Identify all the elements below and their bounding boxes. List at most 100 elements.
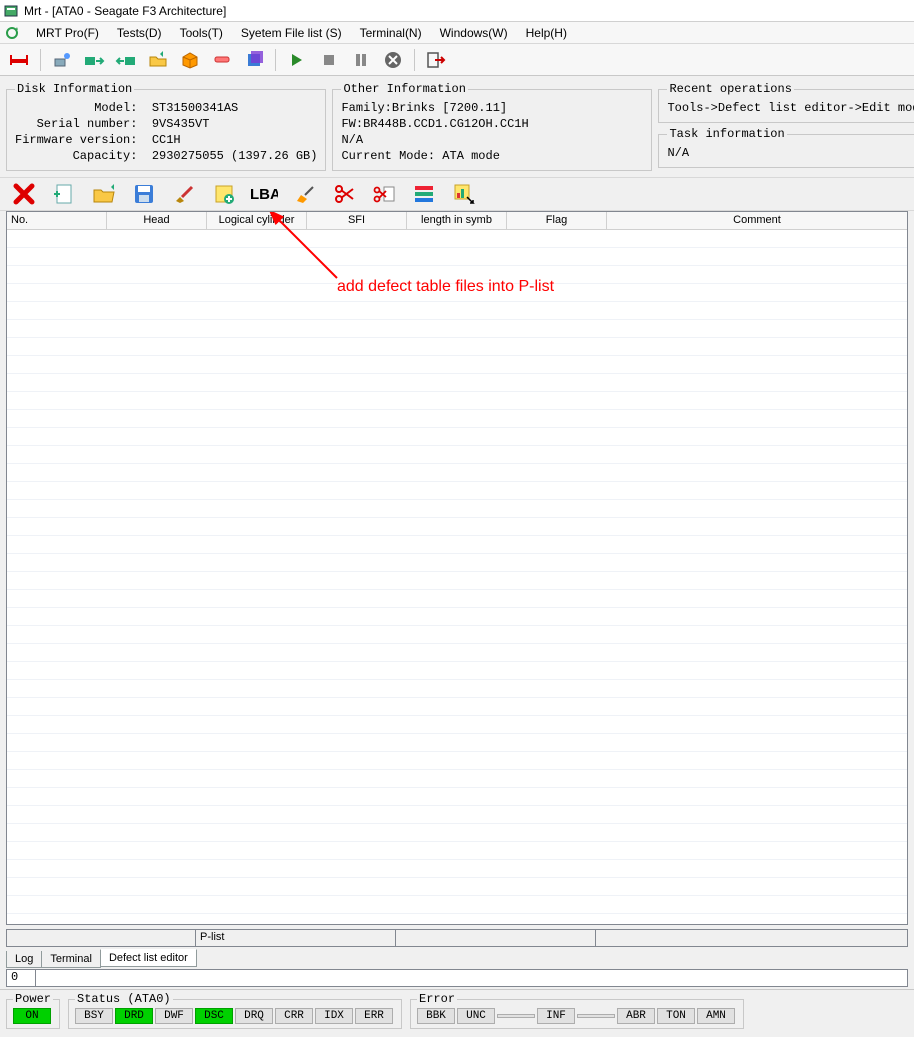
status-chip-crr: CRR <box>275 1008 313 1024</box>
col-sfi[interactable]: SFI <box>307 212 407 229</box>
menu-windows[interactable]: Windows(W) <box>432 23 516 43</box>
tab-log[interactable]: Log <box>6 951 42 968</box>
error-chip-blank <box>497 1014 535 1018</box>
status-chip-idx: IDX <box>315 1008 353 1024</box>
brush-icon[interactable] <box>170 180 198 208</box>
paint-brush-icon[interactable] <box>290 180 318 208</box>
status-chip-dsc: DSC <box>195 1008 233 1024</box>
pause-icon[interactable] <box>348 47 374 73</box>
task-info: N/A <box>667 145 914 161</box>
col-comment[interactable]: Comment <box>607 212 907 229</box>
bottom-tabs: Log Terminal Defect list editor <box>0 947 914 967</box>
delete-red-x-icon[interactable] <box>10 180 38 208</box>
menu-tools[interactable]: Tools(T) <box>172 23 231 43</box>
scissors-doc-icon[interactable] <box>370 180 398 208</box>
grid-body[interactable] <box>7 230 907 924</box>
window-title: Mrt - [ATA0 - Seagate F3 Architecture] <box>24 4 226 18</box>
toolbar-main <box>0 44 914 76</box>
lba-button[interactable]: LBA <box>250 180 278 208</box>
menu-system-file-list[interactable]: Syetem File list (S) <box>233 23 350 43</box>
error-chip-ton: TON <box>657 1008 695 1024</box>
error-chip-abr: ABR <box>617 1008 655 1024</box>
other-family: Family:Brinks [7200.11] <box>341 100 643 116</box>
eraser-icon[interactable] <box>209 47 235 73</box>
plist-status-strip: P-list <box>6 929 908 947</box>
plist-box-4 <box>596 929 908 947</box>
col-flag[interactable]: Flag <box>507 212 607 229</box>
grid-header: No. Head Logical cylinder SFI length in … <box>7 212 907 230</box>
exit-icon[interactable] <box>423 47 449 73</box>
drive-in-icon[interactable] <box>113 47 139 73</box>
error-chip-unc: UNC <box>457 1008 495 1024</box>
menu-terminal[interactable]: Terminal(N) <box>352 23 430 43</box>
error-chip-blank <box>577 1014 615 1018</box>
other-information-panel: Other Information Family:Brinks [7200.11… <box>332 82 652 171</box>
footer-status: Power ON Status (ATA0) BSYDRDDWFDSCDRQCR… <box>0 989 914 1037</box>
defect-grid: No. Head Logical cylinder SFI length in … <box>6 211 908 925</box>
col-logical-cylinder[interactable]: Logical cylinder <box>207 212 307 229</box>
color-bars-icon[interactable] <box>410 180 438 208</box>
status-chip-bsy: BSY <box>75 1008 113 1024</box>
other-na: N/A <box>341 132 643 148</box>
other-mode: Current Mode: ATA mode <box>341 148 643 164</box>
status-chip-err: ERR <box>355 1008 393 1024</box>
open-folder-icon[interactable] <box>90 180 118 208</box>
plist-box-3 <box>396 929 596 947</box>
close-circle-icon[interactable] <box>380 47 406 73</box>
status-chip-drq: DRQ <box>235 1008 273 1024</box>
note-add-icon[interactable] <box>210 180 238 208</box>
error-chip-inf: INF <box>537 1008 575 1024</box>
menu-bar: MRT Pro(F) Tests(D) Tools(T) Syetem File… <box>0 22 914 44</box>
tab-terminal[interactable]: Terminal <box>41 951 101 968</box>
status-chip-drd: DRD <box>115 1008 153 1024</box>
status-chip-dwf: DWF <box>155 1008 193 1024</box>
bed-icon[interactable] <box>6 47 32 73</box>
disk-model: ST31500341AS <box>152 101 238 115</box>
svg-text:LBA: LBA <box>250 186 278 203</box>
power-panel: Power ON <box>6 992 60 1029</box>
drive-out-icon[interactable] <box>81 47 107 73</box>
folder-out-icon[interactable] <box>145 47 171 73</box>
chart-cursor-icon[interactable] <box>450 180 478 208</box>
save-disk-icon[interactable] <box>130 180 158 208</box>
tab-defect-list-editor[interactable]: Defect list editor <box>100 949 197 967</box>
drive-info-icon[interactable] <box>49 47 75 73</box>
task-legend: Task information <box>667 127 786 141</box>
disk-information-panel: Disk Information Model: ST31500341AS Ser… <box>6 82 326 171</box>
refresh-icon[interactable] <box>4 25 20 41</box>
new-file-icon[interactable] <box>50 180 78 208</box>
plist-box-1 <box>6 929 196 947</box>
disk-serial: 9VS435VT <box>152 117 210 131</box>
plist-box-2: P-list <box>196 929 396 947</box>
address-rest[interactable] <box>36 969 908 987</box>
disk-firmware: CC1H <box>152 133 181 147</box>
play-icon[interactable] <box>284 47 310 73</box>
menu-tests[interactable]: Tests(D) <box>109 23 170 43</box>
error-panel: Error BBKUNCINFABRTONAMN <box>410 992 744 1029</box>
address-bar: 0 <box>6 969 908 987</box>
scissors-icon[interactable] <box>330 180 358 208</box>
menu-help[interactable]: Help(H) <box>518 23 575 43</box>
status-ata-panel: Status (ATA0) BSYDRDDWFDSCDRQCRRIDXERR <box>68 992 402 1029</box>
app-icon <box>4 4 18 18</box>
power-on-chip: ON <box>13 1008 51 1024</box>
stop-icon[interactable] <box>316 47 342 73</box>
col-no[interactable]: No. <box>7 212 107 229</box>
other-info-legend: Other Information <box>341 82 467 96</box>
info-row: Disk Information Model: ST31500341AS Ser… <box>0 76 914 177</box>
recent-operations-panel: Recent operations Tools->Defect list edi… <box>658 82 914 123</box>
error-chip-amn: AMN <box>697 1008 735 1024</box>
error-chip-bbk: BBK <box>417 1008 455 1024</box>
col-length-in-symb[interactable]: length in symb <box>407 212 507 229</box>
recent-operation: Tools->Defect list editor->Edit module 0… <box>667 100 914 116</box>
recent-legend: Recent operations <box>667 82 793 96</box>
col-head[interactable]: Head <box>107 212 207 229</box>
box-icon[interactable] <box>177 47 203 73</box>
cube-icon[interactable] <box>241 47 267 73</box>
toolbar-editor: LBA <box>0 177 914 211</box>
menu-mrt-pro[interactable]: MRT Pro(F) <box>28 23 107 43</box>
disk-capacity: 2930275055 (1397.26 GB) <box>152 149 318 163</box>
disk-info-legend: Disk Information <box>15 82 134 96</box>
task-information-panel: Task information N/A <box>658 127 914 168</box>
address-value[interactable]: 0 <box>6 969 36 987</box>
